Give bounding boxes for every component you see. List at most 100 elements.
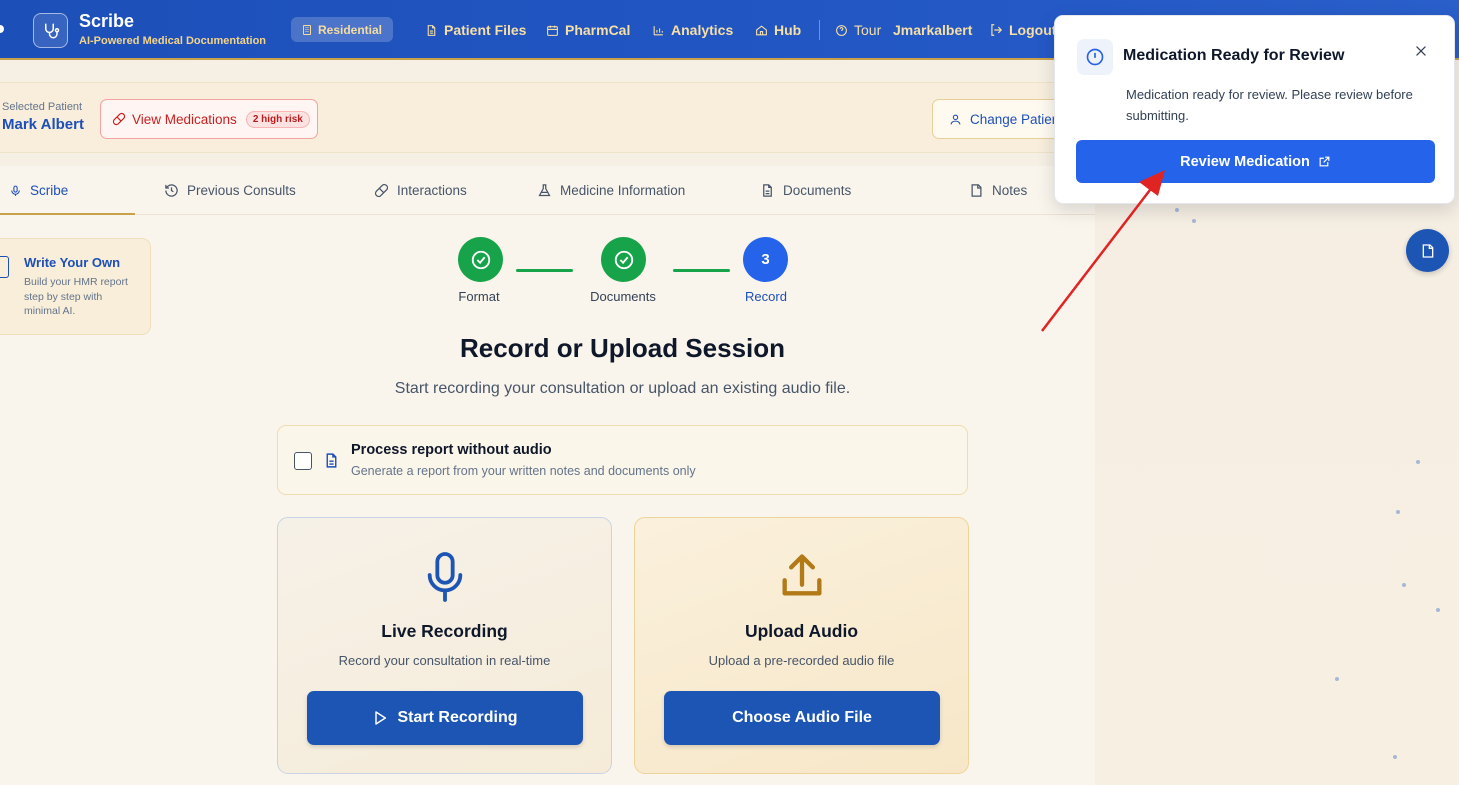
patient-bar: Selected Patient Mark Albert View Medica…	[0, 82, 1072, 153]
view-medications-button[interactable]: View Medications 2 high risk	[100, 99, 318, 139]
notification-title: Medication Ready for Review	[1123, 47, 1345, 64]
nav-analytics-label: Analytics	[671, 22, 734, 38]
view-medications-label: View Medications	[132, 111, 237, 127]
stethoscope-icon[interactable]	[33, 13, 68, 48]
document-icon	[763, 184, 772, 197]
write-your-own-title: Write Your Own	[24, 255, 121, 270]
floating-notes-button[interactable]	[1406, 229, 1449, 272]
menu-dot[interactable]	[0, 25, 4, 33]
calendar-icon	[547, 25, 558, 36]
tab-bar: Scribe Previous Consults Interactions Me…	[0, 166, 1095, 215]
step-documents-circle	[601, 237, 646, 282]
step-format-label: Format	[458, 289, 500, 304]
process-without-audio-checkbox[interactable]	[294, 452, 312, 470]
step-record-label: Record	[745, 289, 787, 304]
nav-hub[interactable]: Hub	[755, 20, 801, 40]
tab-documents-label: Documents	[783, 183, 852, 198]
nav-user[interactable]: Jmarkalbert	[893, 20, 972, 40]
change-patient-label: Change Patient	[970, 111, 1064, 127]
process-without-audio-title: Process report without audio	[351, 442, 552, 458]
review-medication-label: Review Medication	[1180, 153, 1310, 170]
live-recording-desc: Record your consultation in real-time	[338, 653, 551, 668]
active-tab-indicator	[0, 213, 135, 215]
patient-name: Mark Albert	[2, 116, 84, 133]
alert-circle-icon	[1077, 39, 1113, 75]
tab-scribe[interactable]: Scribe	[9, 166, 68, 215]
nav-patient-files-label: Patient Files	[444, 22, 527, 38]
decor-dot	[1175, 208, 1179, 212]
tab-notes-label: Notes	[992, 183, 1028, 198]
history-icon	[165, 184, 178, 197]
medication-review-notification: Medication Ready for Review Medication r…	[1054, 15, 1455, 204]
document-icon	[0, 256, 9, 278]
nav-pharmcal[interactable]: PharmCal	[546, 20, 630, 40]
brand-name: Scribe	[79, 11, 135, 31]
tab-documents[interactable]: Documents	[760, 166, 851, 215]
nav-analytics[interactable]: Analytics	[652, 20, 733, 40]
residential-label: Residential	[318, 22, 383, 37]
brand-tagline: AI-Powered Medical Documentation	[79, 35, 267, 47]
home-icon	[756, 24, 767, 35]
pill-icon	[374, 183, 389, 198]
building-icon	[303, 24, 311, 35]
notification-message: Medication ready for review. Please revi…	[1126, 87, 1413, 123]
upload-audio-title: Upload Audio	[744, 621, 859, 641]
tab-medicine-information[interactable]: Medicine Information	[537, 166, 685, 215]
decor-dot	[1393, 755, 1397, 759]
note-icon	[971, 184, 982, 197]
process-without-audio-option[interactable]: Process report without audio Generate a …	[277, 425, 968, 495]
residential-pill[interactable]: Residential	[291, 17, 394, 42]
tab-scribe-label: Scribe	[30, 183, 69, 198]
upload-icon	[635, 550, 968, 602]
live-recording-card: Live Recording Record your consultation …	[277, 517, 612, 774]
tab-interactions[interactable]: Interactions	[374, 166, 467, 215]
microphone-icon	[11, 185, 20, 196]
user-icon	[950, 114, 961, 124]
help-circle-icon	[836, 24, 847, 36]
start-recording-label: Start Recording	[397, 709, 518, 726]
pill-icon	[112, 112, 126, 126]
write-your-own-desc: Build your HMR report step by step with …	[24, 276, 128, 317]
start-recording-button[interactable]: Start Recording	[307, 691, 583, 745]
high-risk-badge: 2 high risk	[245, 110, 310, 128]
tab-previous-consults[interactable]: Previous Consults	[164, 166, 296, 215]
external-link-icon	[1319, 156, 1330, 167]
logout-icon	[991, 24, 1003, 36]
document-icon	[326, 453, 337, 468]
nav-pharmcal-label: PharmCal	[565, 22, 631, 38]
check-circle-icon	[471, 250, 490, 269]
page-subtitle: Start recording your consultation or upl…	[394, 380, 851, 397]
review-medication-button[interactable]: Review Medication	[1076, 140, 1435, 183]
tab-notes[interactable]: Notes	[969, 166, 1027, 215]
nav-tour[interactable]: Tour	[835, 20, 881, 40]
tab-medicine-information-label: Medicine Information	[560, 183, 686, 198]
decor-dot	[1416, 460, 1420, 464]
nav-patient-files[interactable]: Patient Files	[425, 20, 526, 40]
nav-logout-label: Logout	[1009, 22, 1057, 38]
note-icon	[1422, 243, 1433, 258]
flask-icon	[538, 184, 551, 197]
bar-chart-icon	[653, 25, 663, 35]
step-documents-label: Documents	[590, 289, 656, 304]
step-connector	[516, 269, 573, 272]
microphone-icon	[278, 550, 611, 604]
tab-previous-consults-label: Previous Consults	[187, 183, 296, 198]
nav-user-label: Jmarkalbert	[893, 22, 973, 38]
upload-audio-card: Upload Audio Upload a pre-recorded audio…	[634, 517, 969, 774]
play-icon	[375, 711, 387, 725]
write-your-own-card[interactable]: Write Your Own Build your HMR report ste…	[0, 238, 151, 335]
check-circle-icon	[614, 250, 633, 269]
decor-dot	[1396, 510, 1400, 514]
page-title: Record or Upload Session	[459, 333, 786, 363]
selected-patient-label: Selected Patient	[2, 101, 83, 113]
upload-audio-desc: Upload a pre-recorded audio file	[708, 653, 895, 668]
nav-tour-label: Tour	[854, 22, 882, 38]
change-patient-button[interactable]: Change Patient	[932, 99, 1072, 139]
choose-audio-file-button[interactable]: Choose Audio File	[664, 691, 940, 745]
nav-logout[interactable]: Logout	[989, 20, 1056, 40]
close-icon[interactable]	[1414, 44, 1428, 58]
tab-interactions-label: Interactions	[397, 183, 467, 198]
decor-dot	[1436, 608, 1440, 612]
live-recording-title: Live Recording	[381, 621, 508, 641]
step-record-circle: 3	[743, 237, 788, 282]
